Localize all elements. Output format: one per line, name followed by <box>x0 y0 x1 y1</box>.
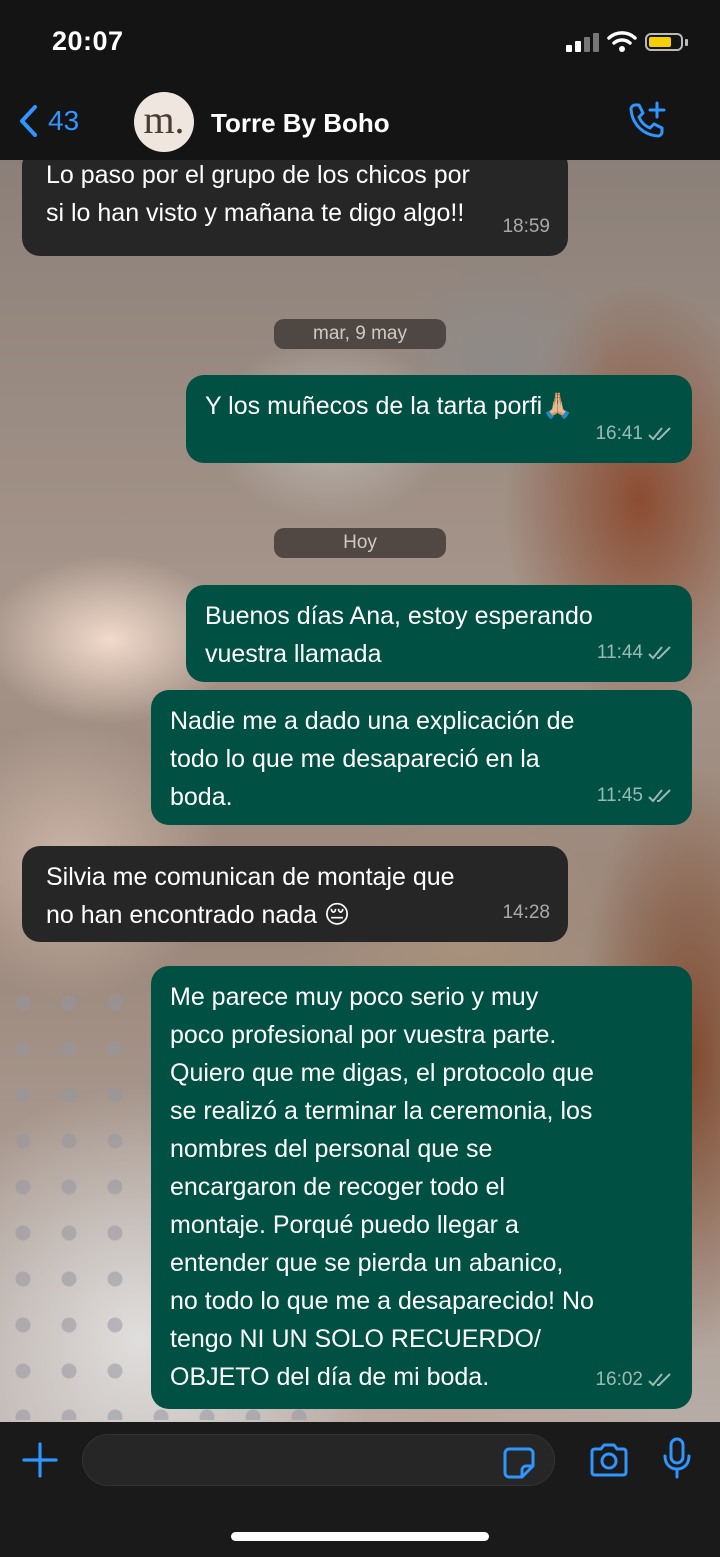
contact-name[interactable]: Torre By Boho <box>211 108 390 139</box>
status-time: 20:07 <box>52 26 124 56</box>
avatar[interactable]: m. <box>134 92 194 152</box>
message-meta: 11:45 <box>597 777 674 815</box>
date-separator: Hoy <box>274 528 446 558</box>
message-text: Me parece muy poco serio y muy poco prof… <box>170 983 594 1391</box>
back-button[interactable]: 43 <box>18 104 79 138</box>
message-meta: 18:59 <box>502 208 550 246</box>
message-meta: 16:41 <box>595 415 674 453</box>
read-receipt-icon <box>648 1373 671 1387</box>
message-time: 14:28 <box>502 902 550 923</box>
message-outgoing[interactable]: Nadie me a dado una explicación de todo … <box>151 690 692 825</box>
read-receipt-icon <box>648 427 671 441</box>
plus-icon[interactable] <box>20 1440 60 1480</box>
message-meta: 11:44 <box>597 634 674 672</box>
message-time: 11:45 <box>596 785 643 806</box>
message-input[interactable] <box>82 1434 555 1486</box>
read-receipt-icon <box>648 789 671 803</box>
message-incoming[interactable]: Silvia me comunican de montaje que no ha… <box>22 846 568 942</box>
back-count: 43 <box>48 105 80 136</box>
sticker-icon[interactable] <box>502 1446 536 1480</box>
call-add-icon[interactable] <box>624 100 670 146</box>
message-time: 11:44 <box>596 642 643 663</box>
message-list[interactable]: Lo paso por el grupo de los chicos por s… <box>0 160 720 1422</box>
message-time: 18:59 <box>502 216 550 237</box>
composer-bar <box>0 1422 720 1557</box>
back-chevron-icon <box>20 105 37 137</box>
wifi-icon <box>607 31 637 52</box>
message-meta: 16:02 <box>595 1361 674 1399</box>
message-incoming[interactable]: Lo paso por el grupo de los chicos por s… <box>22 160 568 256</box>
battery-icon <box>645 33 683 51</box>
chat-header: 43 m. Torre By Boho <box>0 86 720 160</box>
message-text: Silvia me comunican de montaje que no ha… <box>46 863 455 929</box>
home-indicator[interactable] <box>231 1532 489 1541</box>
message-outgoing[interactable]: Buenos días Ana, estoy esperando vuestra… <box>186 585 692 682</box>
message-meta: 14:28 <box>502 894 550 932</box>
message-time: 16:41 <box>595 423 643 444</box>
microphone-icon[interactable] <box>662 1436 692 1480</box>
status-bar: 20:07 <box>0 0 720 86</box>
signal-icon <box>566 33 599 52</box>
message-outgoing[interactable]: Y los muñecos de la tarta porfi🙏🏼 16:41 <box>186 375 692 463</box>
date-separator: mar, 9 may <box>274 319 446 349</box>
message-outgoing[interactable]: Me parece muy poco serio y muy poco prof… <box>151 966 692 1409</box>
battery-tip <box>685 39 688 46</box>
message-time: 16:02 <box>595 1369 643 1390</box>
camera-icon[interactable] <box>588 1442 630 1478</box>
read-receipt-icon <box>648 646 671 660</box>
message-text: Lo paso por el grupo de los chicos por s… <box>46 161 470 227</box>
